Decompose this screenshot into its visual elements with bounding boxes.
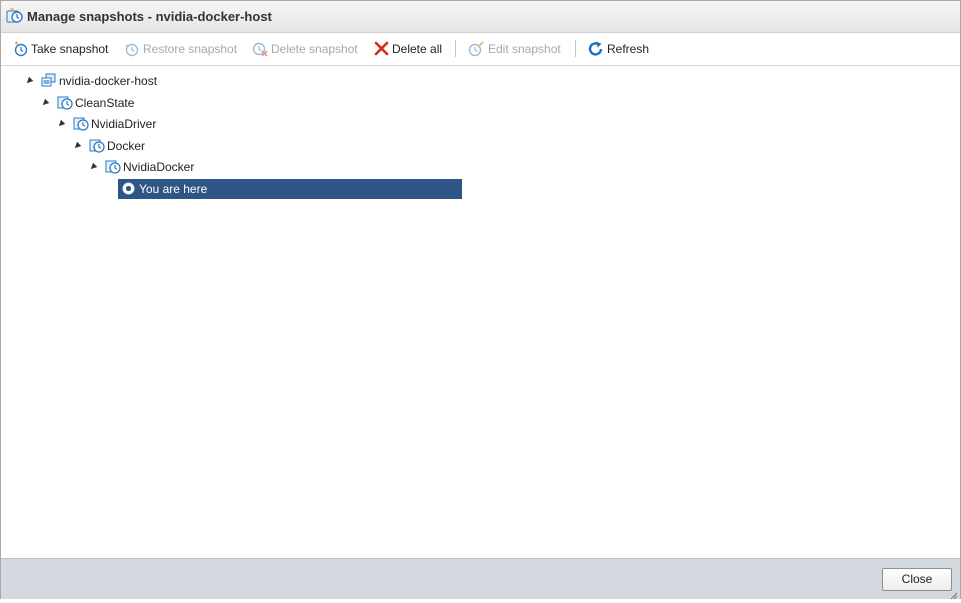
restore-snapshot-button[interactable]: Restore snapshot [124,41,240,57]
expand-arrow-icon[interactable] [72,141,82,151]
toolbar: Take snapshot Restore snapshot Delete sn… [1,33,960,66]
refresh-label: Refresh [607,42,650,56]
tree-node-label: nvidia-docker-host [59,74,158,88]
tree-node-snapshot[interactable]: CleanState [40,95,151,113]
snapshot-icon [73,116,89,132]
tree-node-label: NvidiaDocker [123,160,195,174]
toolbar-separator [455,40,456,57]
expand-arrow-icon[interactable] [40,98,50,108]
tree-node-label: CleanState [75,96,135,110]
manage-snapshots-dialog: Manage snapshots - nvidia-docker-host Ta… [0,0,961,600]
delete-all-button[interactable]: Delete all [374,41,446,57]
close-button[interactable]: Close [882,568,952,591]
expand-arrow-icon[interactable] [24,76,34,86]
restore-snapshot-label: Restore snapshot [143,42,238,56]
delete-snapshot-button[interactable]: Delete snapshot [252,41,362,57]
expand-arrow-icon[interactable] [88,162,98,172]
delete-snapshot-label: Delete snapshot [271,42,358,56]
tree-node-snapshot[interactable]: NvidiaDriver [56,116,167,134]
tree-node-snapshot[interactable]: Docker [72,138,163,156]
tree-node-current-position[interactable]: You are here [118,179,462,199]
edit-snapshot-label: Edit snapshot [488,42,561,56]
resize-grip-icon[interactable] [950,589,958,600]
edit-snapshot-button[interactable]: Edit snapshot [468,41,566,57]
toolbar-separator [575,40,576,57]
take-snapshot-label: Take snapshot [31,42,109,56]
snapshot-icon [57,95,73,111]
snapshot-icon [89,138,105,154]
snapshot-icon [105,159,121,175]
dialog-footer: Close [1,558,960,600]
refresh-button[interactable]: Refresh [588,41,652,57]
radio-current-icon [122,182,135,195]
snapshot-tree: nvidia-docker-host CleanState NvidiaDriv… [1,66,960,557]
dialog-title: Manage snapshots - nvidia-docker-host [27,9,272,24]
take-snapshot-button[interactable]: Take snapshot [13,41,113,57]
tree-node-label: NvidiaDriver [91,117,157,131]
tree-node-vm[interactable]: nvidia-docker-host [24,73,175,91]
current-position-label: You are here [139,182,208,196]
title-bar[interactable]: Manage snapshots - nvidia-docker-host [1,1,960,33]
vm-icon [41,73,57,89]
tree-node-snapshot[interactable]: NvidiaDocker [88,159,209,177]
snapshot-manager-icon [6,8,24,25]
tree-node-label: Docker [107,139,146,153]
expand-arrow-icon[interactable] [56,119,66,129]
delete-all-label: Delete all [392,42,443,56]
